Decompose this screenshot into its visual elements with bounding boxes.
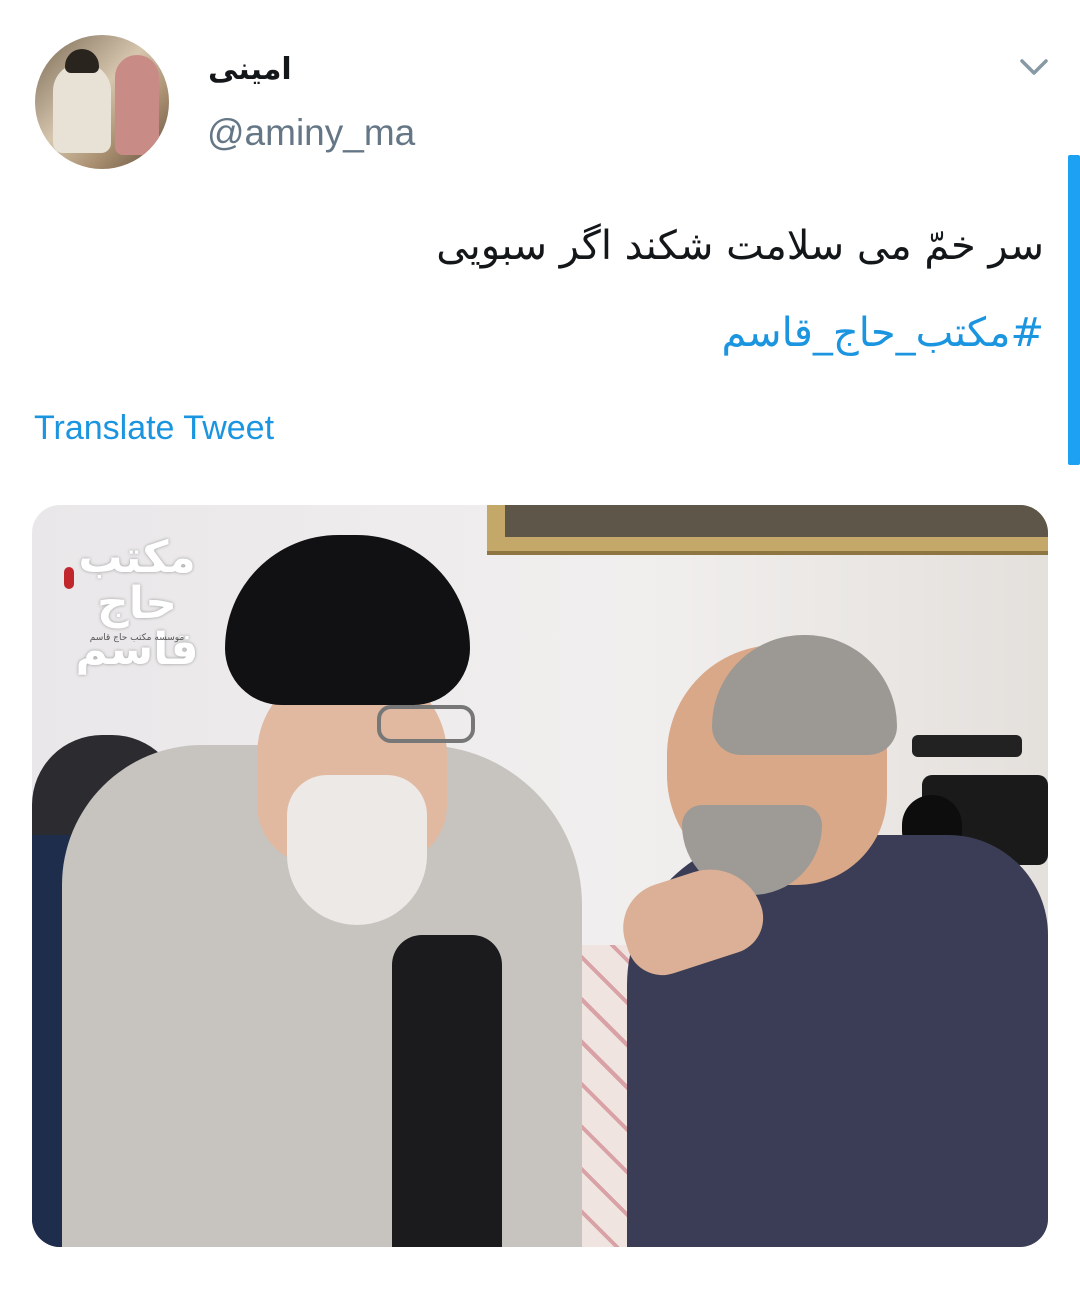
avatar-figure-right — [115, 55, 159, 155]
translate-tweet-link[interactable]: Translate Tweet — [34, 409, 274, 448]
watermark-logo: مکتب حاج قاسم موسسه مکتب حاج قاسم — [52, 525, 222, 673]
black-turban — [225, 535, 470, 705]
hashtag-link[interactable]: #مکتب_حاج_قاسم — [721, 310, 1044, 356]
tweet-text: سر خمّ می سلامت شکند اگر سبویی — [436, 223, 1044, 269]
avatar-figure-left — [53, 49, 111, 153]
tweet-media-photo[interactable]: مکتب حاج قاسم موسسه مکتب حاج قاسم — [32, 505, 1048, 1247]
scrollbar[interactable] — [1068, 155, 1080, 465]
avatar[interactable] — [35, 35, 169, 169]
chevron-down-icon[interactable] — [1018, 54, 1050, 80]
glasses — [377, 705, 475, 743]
watermark-logo-subtext: موسسه مکتب حاج قاسم — [89, 633, 185, 643]
blood-drop-icon — [64, 567, 74, 589]
author-name[interactable]: امینی — [208, 52, 292, 87]
painting-frame — [487, 505, 1048, 555]
cleric-cloak — [392, 935, 502, 1247]
cleric-beard — [287, 775, 427, 925]
watermark-logo-text: مکتب حاج قاسم — [75, 532, 199, 675]
author-handle[interactable]: @aminy_ma — [207, 112, 415, 154]
